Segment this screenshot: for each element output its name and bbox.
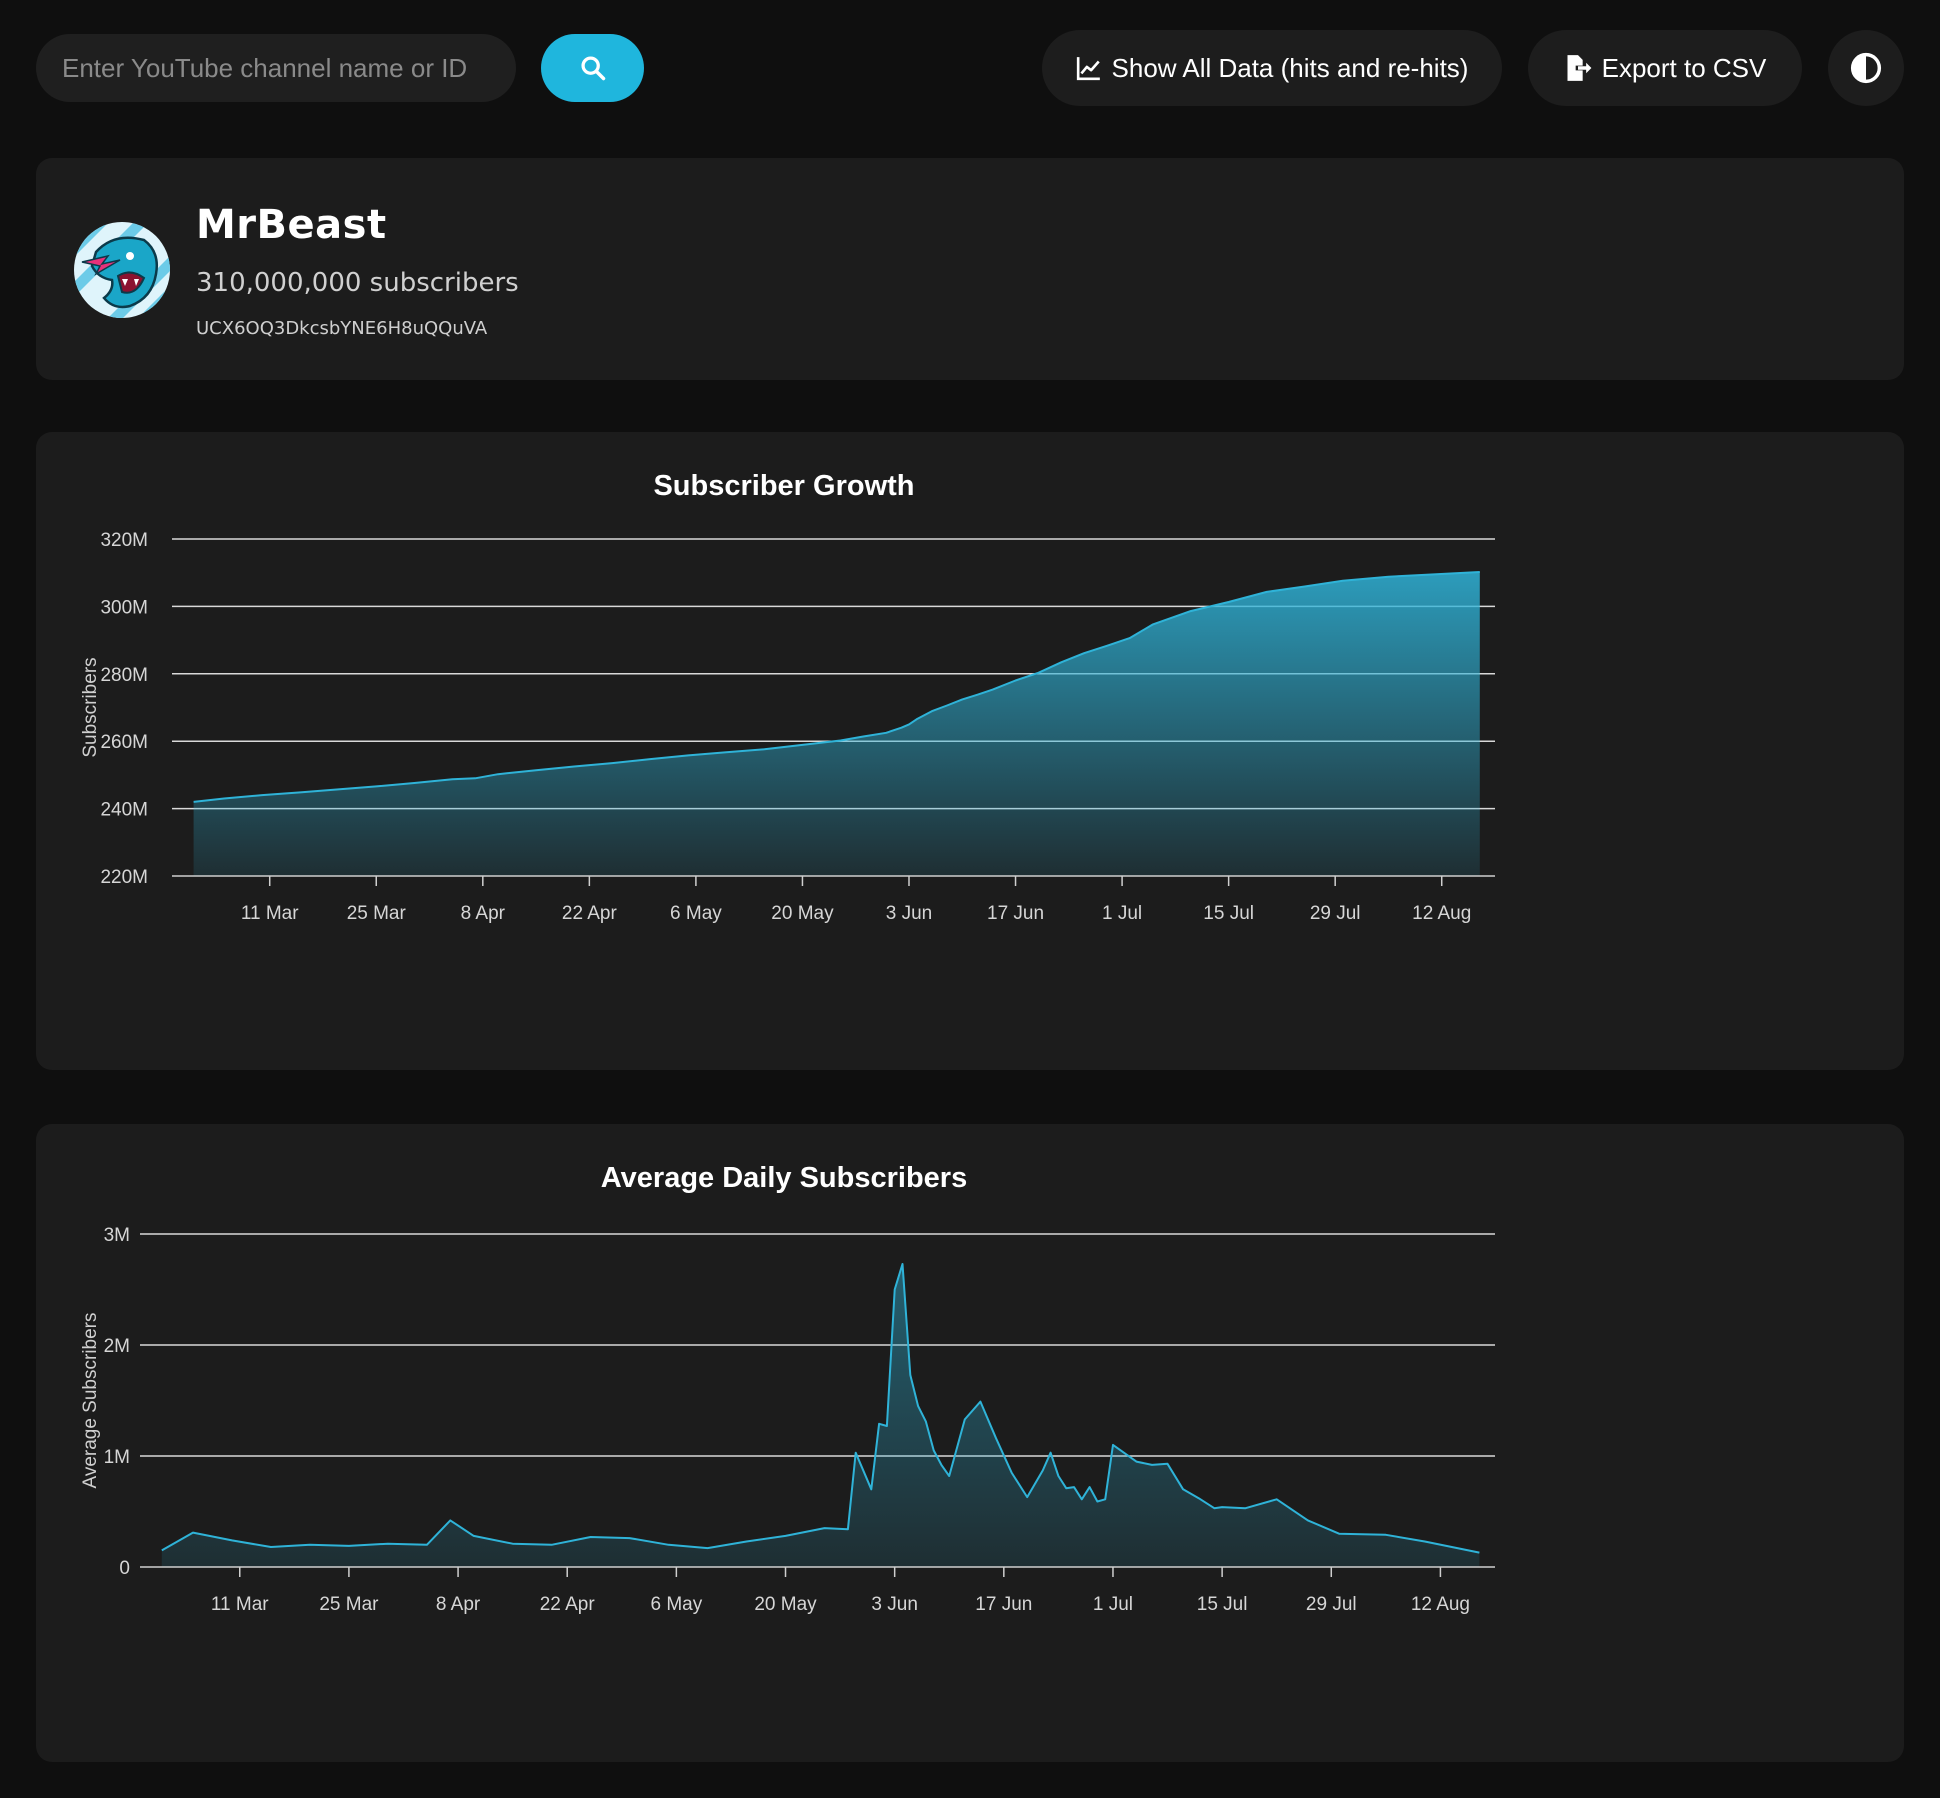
show-all-data-button[interactable]: Show All Data (hits and re-hits) <box>1042 30 1502 106</box>
y-tick-label: 0 <box>119 1558 130 1579</box>
y-tick-label: 1M <box>104 1447 130 1468</box>
x-tick-label: 15 Jul <box>1203 903 1254 924</box>
search-button[interactable] <box>541 34 644 102</box>
x-tick-label: 25 Mar <box>347 903 407 924</box>
average-daily-chart: Average Daily Subscribers Average Subscri… <box>80 1162 1495 1615</box>
x-tick-label: 20 May <box>771 903 834 924</box>
x-tick-label: 8 Apr <box>436 1594 481 1615</box>
x-tick-label: 6 May <box>650 1594 702 1615</box>
x-tick-label: 6 May <box>670 903 722 924</box>
subscriber-count: 310,000,000 subscribers <box>196 268 519 298</box>
x-tick-label: 25 Mar <box>319 1594 379 1615</box>
theme-toggle-button[interactable] <box>1828 30 1904 106</box>
average-daily-card: Average Daily Subscribers Average Subscri… <box>36 1124 1904 1762</box>
channel-id: UCX6OQ3DkcsbYNE6H8uQQuVA <box>196 318 488 339</box>
x-tick-label: 22 Apr <box>540 1594 596 1615</box>
x-tick-label: 11 Mar <box>211 1594 269 1615</box>
x-tick-label: 3 Jun <box>886 903 932 924</box>
contrast-icon <box>1850 52 1882 84</box>
series-area <box>193 572 1480 876</box>
x-tick-label: 17 Jun <box>987 903 1044 924</box>
file-export-icon <box>1567 55 1592 81</box>
x-tick-label: 29 Jul <box>1306 1594 1357 1615</box>
line-chart-icon <box>1076 57 1100 81</box>
x-tick-label: 1 Jul <box>1093 1594 1133 1615</box>
search-icon <box>580 56 605 81</box>
show-all-data-label: Show All Data (hits and re-hits) <box>1111 52 1469 83</box>
channel-card: MrBeast 310,000,000 subscribers UCX6OQ3D… <box>36 158 1904 380</box>
y-tick-label: 3M <box>104 1225 130 1246</box>
x-tick-label: 11 Mar <box>241 903 299 924</box>
y-tick-label: 2M <box>104 1336 130 1357</box>
y-tick-label: 260M <box>100 732 148 753</box>
channel-name: MrBeast <box>196 202 387 248</box>
avatar <box>74 222 170 318</box>
y-tick-label: 300M <box>100 597 148 618</box>
subscriber-growth-card: Subscriber Growth Subscribers 220M 240M 260M… <box>36 432 1904 1070</box>
chart-title: Average Daily Subscribers <box>601 1162 967 1194</box>
x-tick-label: 8 Apr <box>461 903 506 924</box>
series-area <box>161 1264 1480 1567</box>
chart-title: Subscriber Growth <box>653 470 914 502</box>
top-bar: Show All Data (hits and re-hits) Export … <box>0 0 1940 140</box>
x-tick-label: 12 Aug <box>1412 903 1471 924</box>
x-tick-label: 1 Jul <box>1102 903 1142 924</box>
x-tick-label: 17 Jun <box>975 1594 1032 1615</box>
x-tick-label: 20 May <box>754 1594 817 1615</box>
x-tick-label: 12 Aug <box>1411 1594 1470 1615</box>
export-csv-button[interactable]: Export to CSV <box>1528 30 1802 106</box>
y-axis-label: Average Subscribers <box>80 1312 101 1488</box>
y-tick-label: 220M <box>100 867 148 888</box>
y-tick-label: 320M <box>100 530 148 551</box>
x-tick-label: 22 Apr <box>562 903 618 924</box>
subscriber-growth-chart: Subscriber Growth Subscribers 220M 240M 260M… <box>80 470 1495 924</box>
x-tick-label: 3 Jun <box>871 1594 917 1615</box>
y-tick-label: 280M <box>100 665 148 686</box>
y-tick-label: 240M <box>100 800 148 821</box>
x-tick-label: 15 Jul <box>1197 1594 1248 1615</box>
x-tick-label: 29 Jul <box>1310 903 1361 924</box>
export-csv-label: Export to CSV <box>1601 52 1767 83</box>
search-input[interactable] <box>36 34 516 102</box>
y-axis-label: Subscribers <box>80 657 101 757</box>
